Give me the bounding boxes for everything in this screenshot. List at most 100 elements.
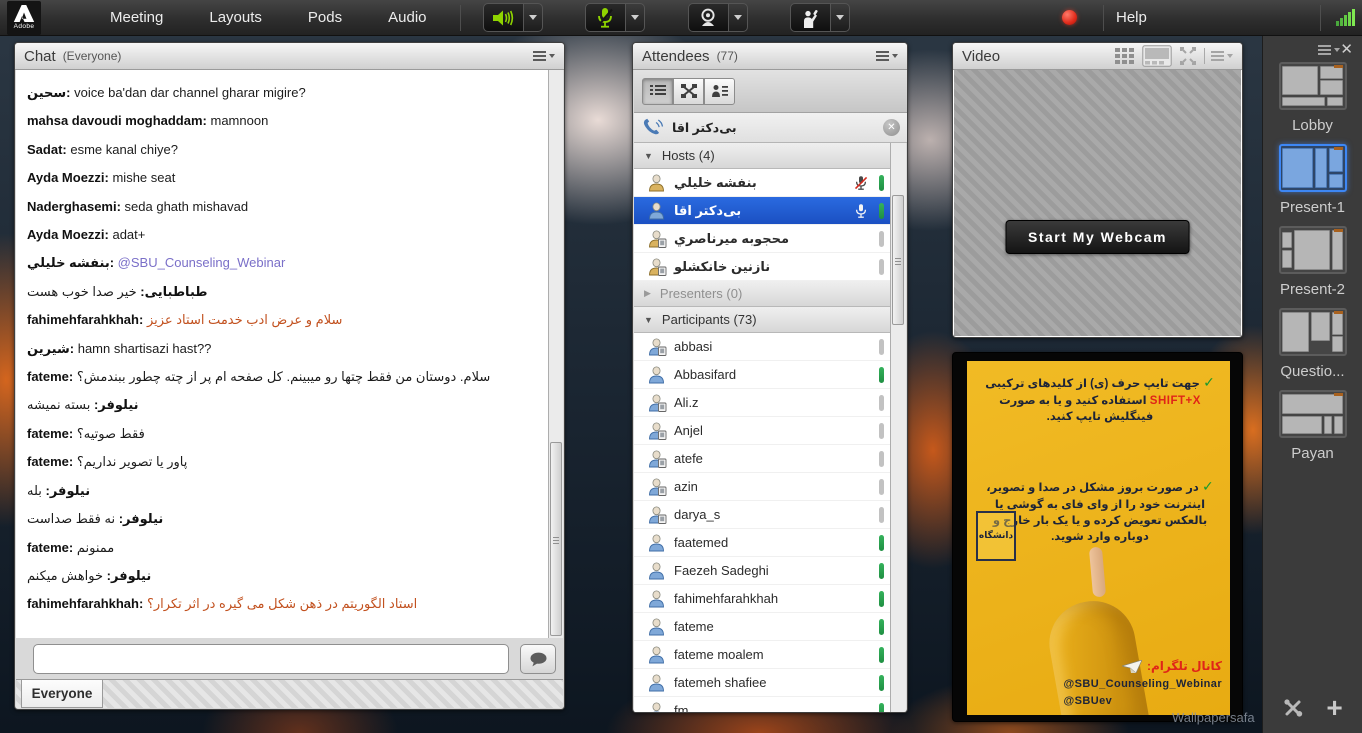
layout-thumb-present-2[interactable]: Present-2 — [1263, 226, 1362, 298]
layout-thumb-lobby[interactable]: Lobby — [1263, 62, 1362, 134]
menubar-separator — [460, 5, 461, 31]
attendees-pod-title: Attendees — [642, 48, 710, 65]
microphone-muted-icon — [853, 175, 873, 191]
attendees-scrollbar[interactable] — [890, 143, 906, 713]
attendee-group-hosts[interactable]: ▼Hosts (4) — [634, 143, 892, 169]
user-mobile-icon — [648, 422, 674, 440]
attendee-row[interactable]: atefe — [634, 445, 892, 473]
layout-thumb-questio-[interactable]: Questio... — [1263, 308, 1362, 380]
attendee-row[interactable]: faatemed — [634, 529, 892, 557]
phone-attendee-row[interactable]: بی‌دکتر اقا ✕ — [634, 113, 908, 143]
chat-message: Ayda Moezzi: mishe seat — [27, 164, 544, 192]
video-pod-menu-icon[interactable] — [1211, 51, 1233, 61]
attendee-row[interactable]: abbasi — [634, 333, 892, 361]
close-icon[interactable]: ✕ — [1340, 44, 1353, 56]
menu-meeting[interactable]: Meeting — [87, 1, 186, 34]
chat-message-link[interactable]: @SBU_Counseling_Webinar — [114, 255, 285, 270]
connection-status-bar — [879, 479, 884, 495]
menu-audio[interactable]: Audio — [365, 1, 449, 34]
attendee-row[interactable]: fateme moalem — [634, 641, 892, 669]
grid-view-icon[interactable] — [1114, 47, 1136, 65]
attendee-row[interactable]: fahimehfarahkhah — [634, 585, 892, 613]
telegram-handle: @SBUev — [1064, 695, 1222, 707]
help-menu[interactable]: Help — [1116, 9, 1147, 26]
attendee-row[interactable]: Ali.z — [634, 389, 892, 417]
attendee-row[interactable]: darya_s — [634, 501, 892, 529]
host-mobile-icon — [648, 258, 674, 276]
filmstrip-view-icon[interactable] — [1142, 45, 1172, 67]
attendee-row[interactable]: بی‌دکتر اقا — [634, 197, 892, 225]
fullscreen-icon[interactable] — [1178, 47, 1198, 65]
breakout-view-button[interactable] — [673, 78, 704, 105]
speaker-dropdown[interactable] — [524, 3, 543, 32]
attendee-row[interactable]: fateme — [634, 613, 892, 641]
attendee-row[interactable]: بنفشه خلیلي — [634, 169, 892, 197]
attendees-pod-menu-icon[interactable] — [876, 51, 898, 61]
attendee-row[interactable]: نازنین خانکشلو — [634, 253, 892, 281]
signal-strength-icon[interactable] — [1336, 8, 1358, 31]
list-view-button[interactable] — [642, 78, 673, 105]
chat-message-sender: بنفشه خلیلي: — [27, 255, 114, 270]
connection-status-bar — [879, 203, 884, 219]
attendee-name: fm — [674, 703, 688, 713]
webcam-dropdown[interactable] — [729, 3, 748, 32]
video-placeholder: Start My Webcam — [954, 70, 1241, 336]
attendee-group-participants[interactable]: ▼Participants (73) — [634, 307, 892, 333]
chat-message-text: بله — [27, 483, 46, 498]
chat-input[interactable] — [33, 644, 509, 674]
add-layout-icon[interactable]: + — [1326, 698, 1342, 718]
speaker-icon — [491, 8, 515, 28]
chat-message-text: adat+ — [109, 227, 146, 242]
layout-thumb-present-1[interactable]: Present-1 — [1263, 144, 1362, 216]
attendee-row[interactable]: fatemeh shafiee — [634, 669, 892, 697]
user-icon — [648, 674, 674, 692]
recording-indicator-icon[interactable] — [1062, 10, 1077, 25]
menu-layouts[interactable]: Layouts — [186, 1, 285, 34]
adobe-a-icon — [13, 5, 35, 22]
layout-thumb-payan[interactable]: Payan — [1263, 390, 1362, 462]
chat-pod-menu-icon[interactable] — [533, 51, 555, 61]
microphone-dropdown[interactable] — [626, 3, 645, 32]
attendee-name: Abbasifard — [674, 367, 736, 382]
manage-layouts-icon[interactable] — [1282, 697, 1304, 719]
attendee-row[interactable]: Abbasifard — [634, 361, 892, 389]
layouts-panel-menu-icon[interactable] — [1318, 45, 1340, 55]
attendee-row[interactable]: محجوبه میرناصري — [634, 225, 892, 253]
raise-hand-dropdown[interactable] — [831, 3, 850, 32]
attendees-scrollbar-thumb[interactable] — [892, 195, 904, 325]
chat-message-sender: نیلوفر: — [107, 568, 152, 583]
attendee-row[interactable]: fm — [634, 697, 892, 713]
layout-list: Lobby Present-1 Present-2 Questio... Payan — [1263, 62, 1362, 462]
chat-message-sender: طباطبایی: — [140, 284, 207, 299]
chat-message-sender: نیلوفر: — [119, 511, 164, 526]
attendee-row[interactable]: azin — [634, 473, 892, 501]
speaker-button[interactable] — [483, 3, 524, 32]
send-message-button[interactable] — [520, 644, 556, 674]
attendee-row[interactable]: Faezeh Sadeghi — [634, 557, 892, 585]
raise-hand-button[interactable] — [790, 3, 831, 32]
menu-pods[interactable]: Pods — [285, 1, 365, 34]
user-icon — [648, 366, 674, 384]
chat-message: fateme: پاور یا تصویر نداریم؟ — [27, 448, 544, 476]
chat-message: mahsa davoudi moghaddam: mamnoon — [27, 107, 544, 135]
close-circle-icon[interactable]: ✕ — [883, 119, 900, 136]
chat-scrollbar[interactable] — [548, 70, 563, 639]
attendee-status-view-button[interactable] — [704, 78, 735, 105]
chevron-down-icon — [529, 15, 537, 20]
start-webcam-button[interactable]: Start My Webcam — [1005, 220, 1190, 254]
telegram-plane-icon — [1122, 660, 1142, 673]
chat-message-sender: شیرین: — [27, 341, 74, 356]
chat-scrollbar-thumb[interactable] — [550, 442, 562, 636]
chat-message: نیلوفر: بسته نمیشه — [27, 391, 544, 419]
collapse-triangle-icon: ▼ — [644, 151, 653, 161]
adobe-logo[interactable]: Adobe — [7, 1, 41, 35]
attendee-group-presenters[interactable]: ▶Presenters (0) — [634, 281, 892, 307]
menubar-separator — [1320, 5, 1321, 31]
tab-everyone[interactable]: Everyone — [21, 680, 103, 708]
check-icon: ✓ — [1202, 478, 1214, 494]
microphone-button[interactable] — [585, 3, 626, 32]
attendee-name: fatemeh shafiee — [674, 675, 767, 690]
breakout-view-icon — [681, 84, 697, 98]
webcam-button[interactable] — [688, 3, 729, 32]
attendee-row[interactable]: Anjel — [634, 417, 892, 445]
